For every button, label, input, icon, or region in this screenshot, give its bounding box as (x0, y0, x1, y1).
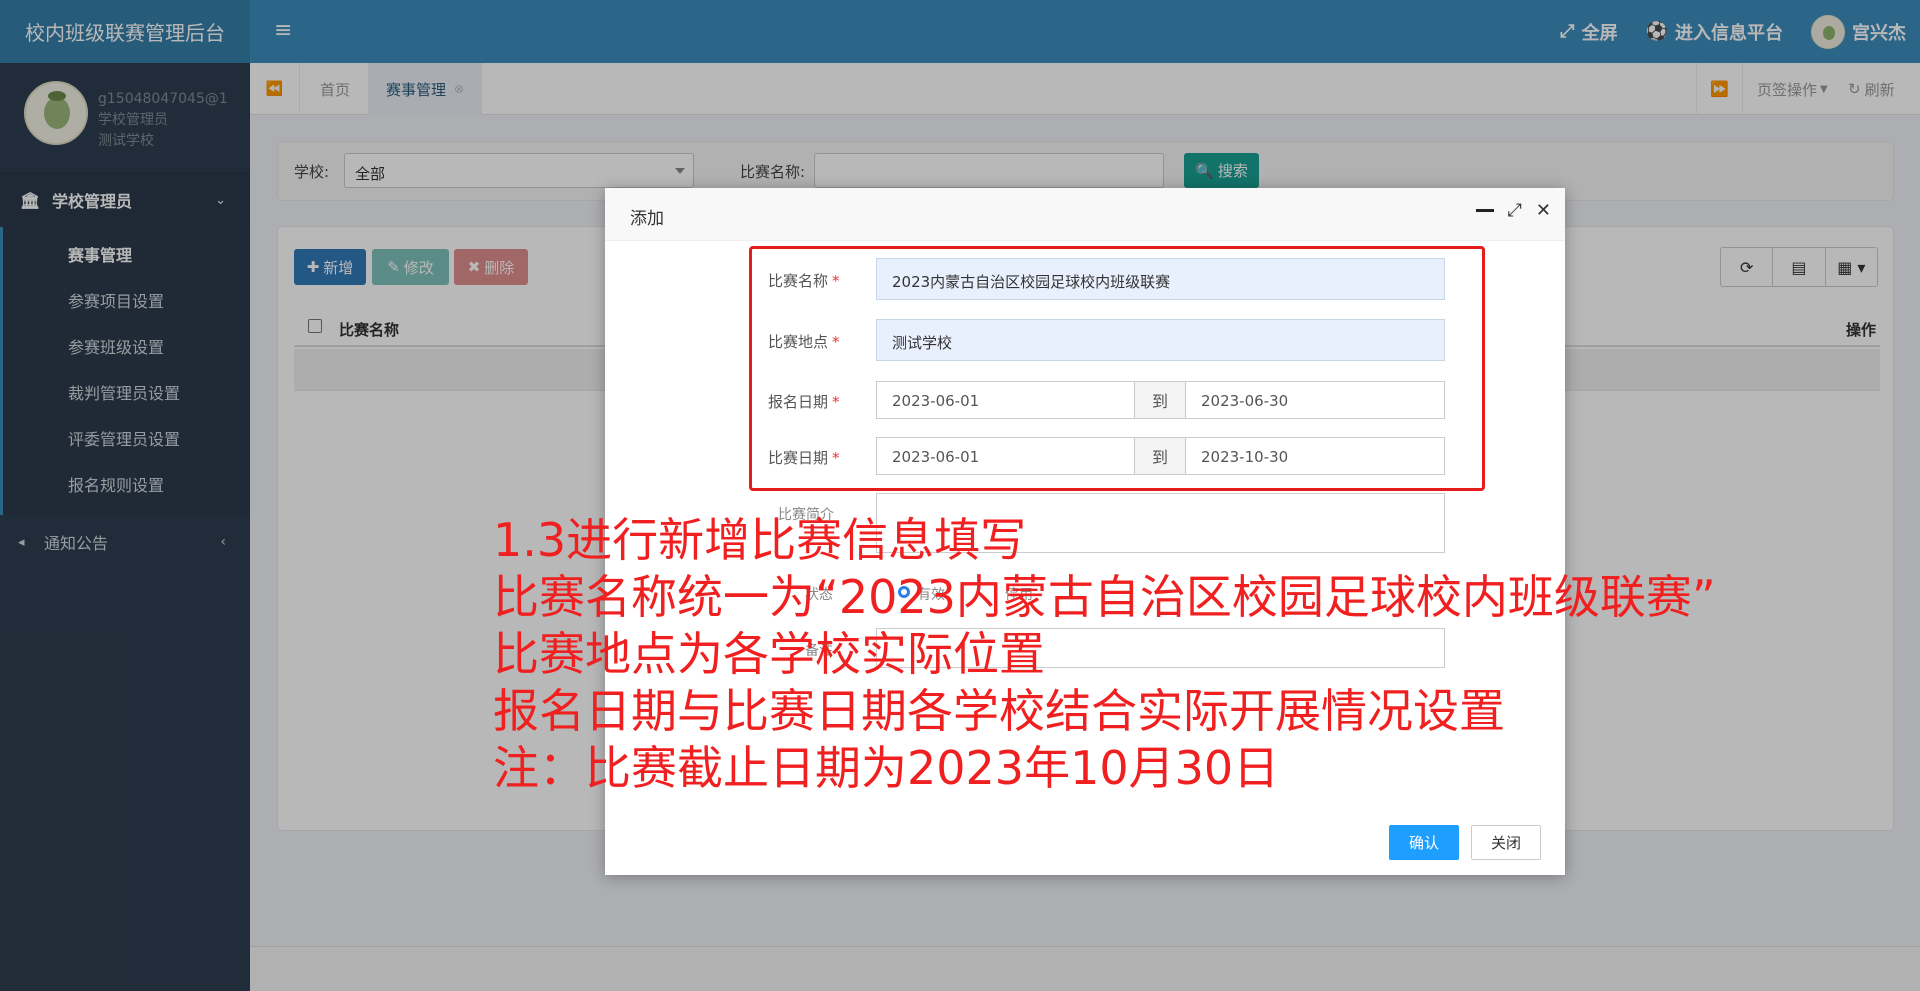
minimize-icon[interactable] (1475, 209, 1494, 212)
confirm-button[interactable]: 确认 (1389, 825, 1459, 860)
annotation-line: 报名日期与比赛日期各学校结合实际开展情况设置 (493, 684, 1505, 738)
annotation-line: 比赛名称统一为“2023内蒙古自治区校园足球校内班级联赛” (493, 570, 1716, 624)
maximize-icon[interactable]: ⤢ (1508, 200, 1522, 221)
annotation-line: 注：比赛截止日期为2023年10月30日 (493, 741, 1280, 795)
close-icon[interactable]: ✕ (1536, 200, 1551, 221)
annotation-text: 1.3进行新增比赛信息填写 比赛名称统一为“2023内蒙古自治区校园足球校内班级… (493, 512, 1716, 797)
close-button[interactable]: 关闭 (1471, 825, 1541, 860)
highlight-box (749, 246, 1485, 491)
dialog-header: 添加 ⤢ ✕ (605, 188, 1565, 241)
dialog-title: 添加 (630, 209, 664, 229)
annotation-line: 1.3进行新增比赛信息填写 (493, 513, 1027, 567)
annotation-line: 比赛地点为各学校实际位置 (493, 627, 1045, 681)
